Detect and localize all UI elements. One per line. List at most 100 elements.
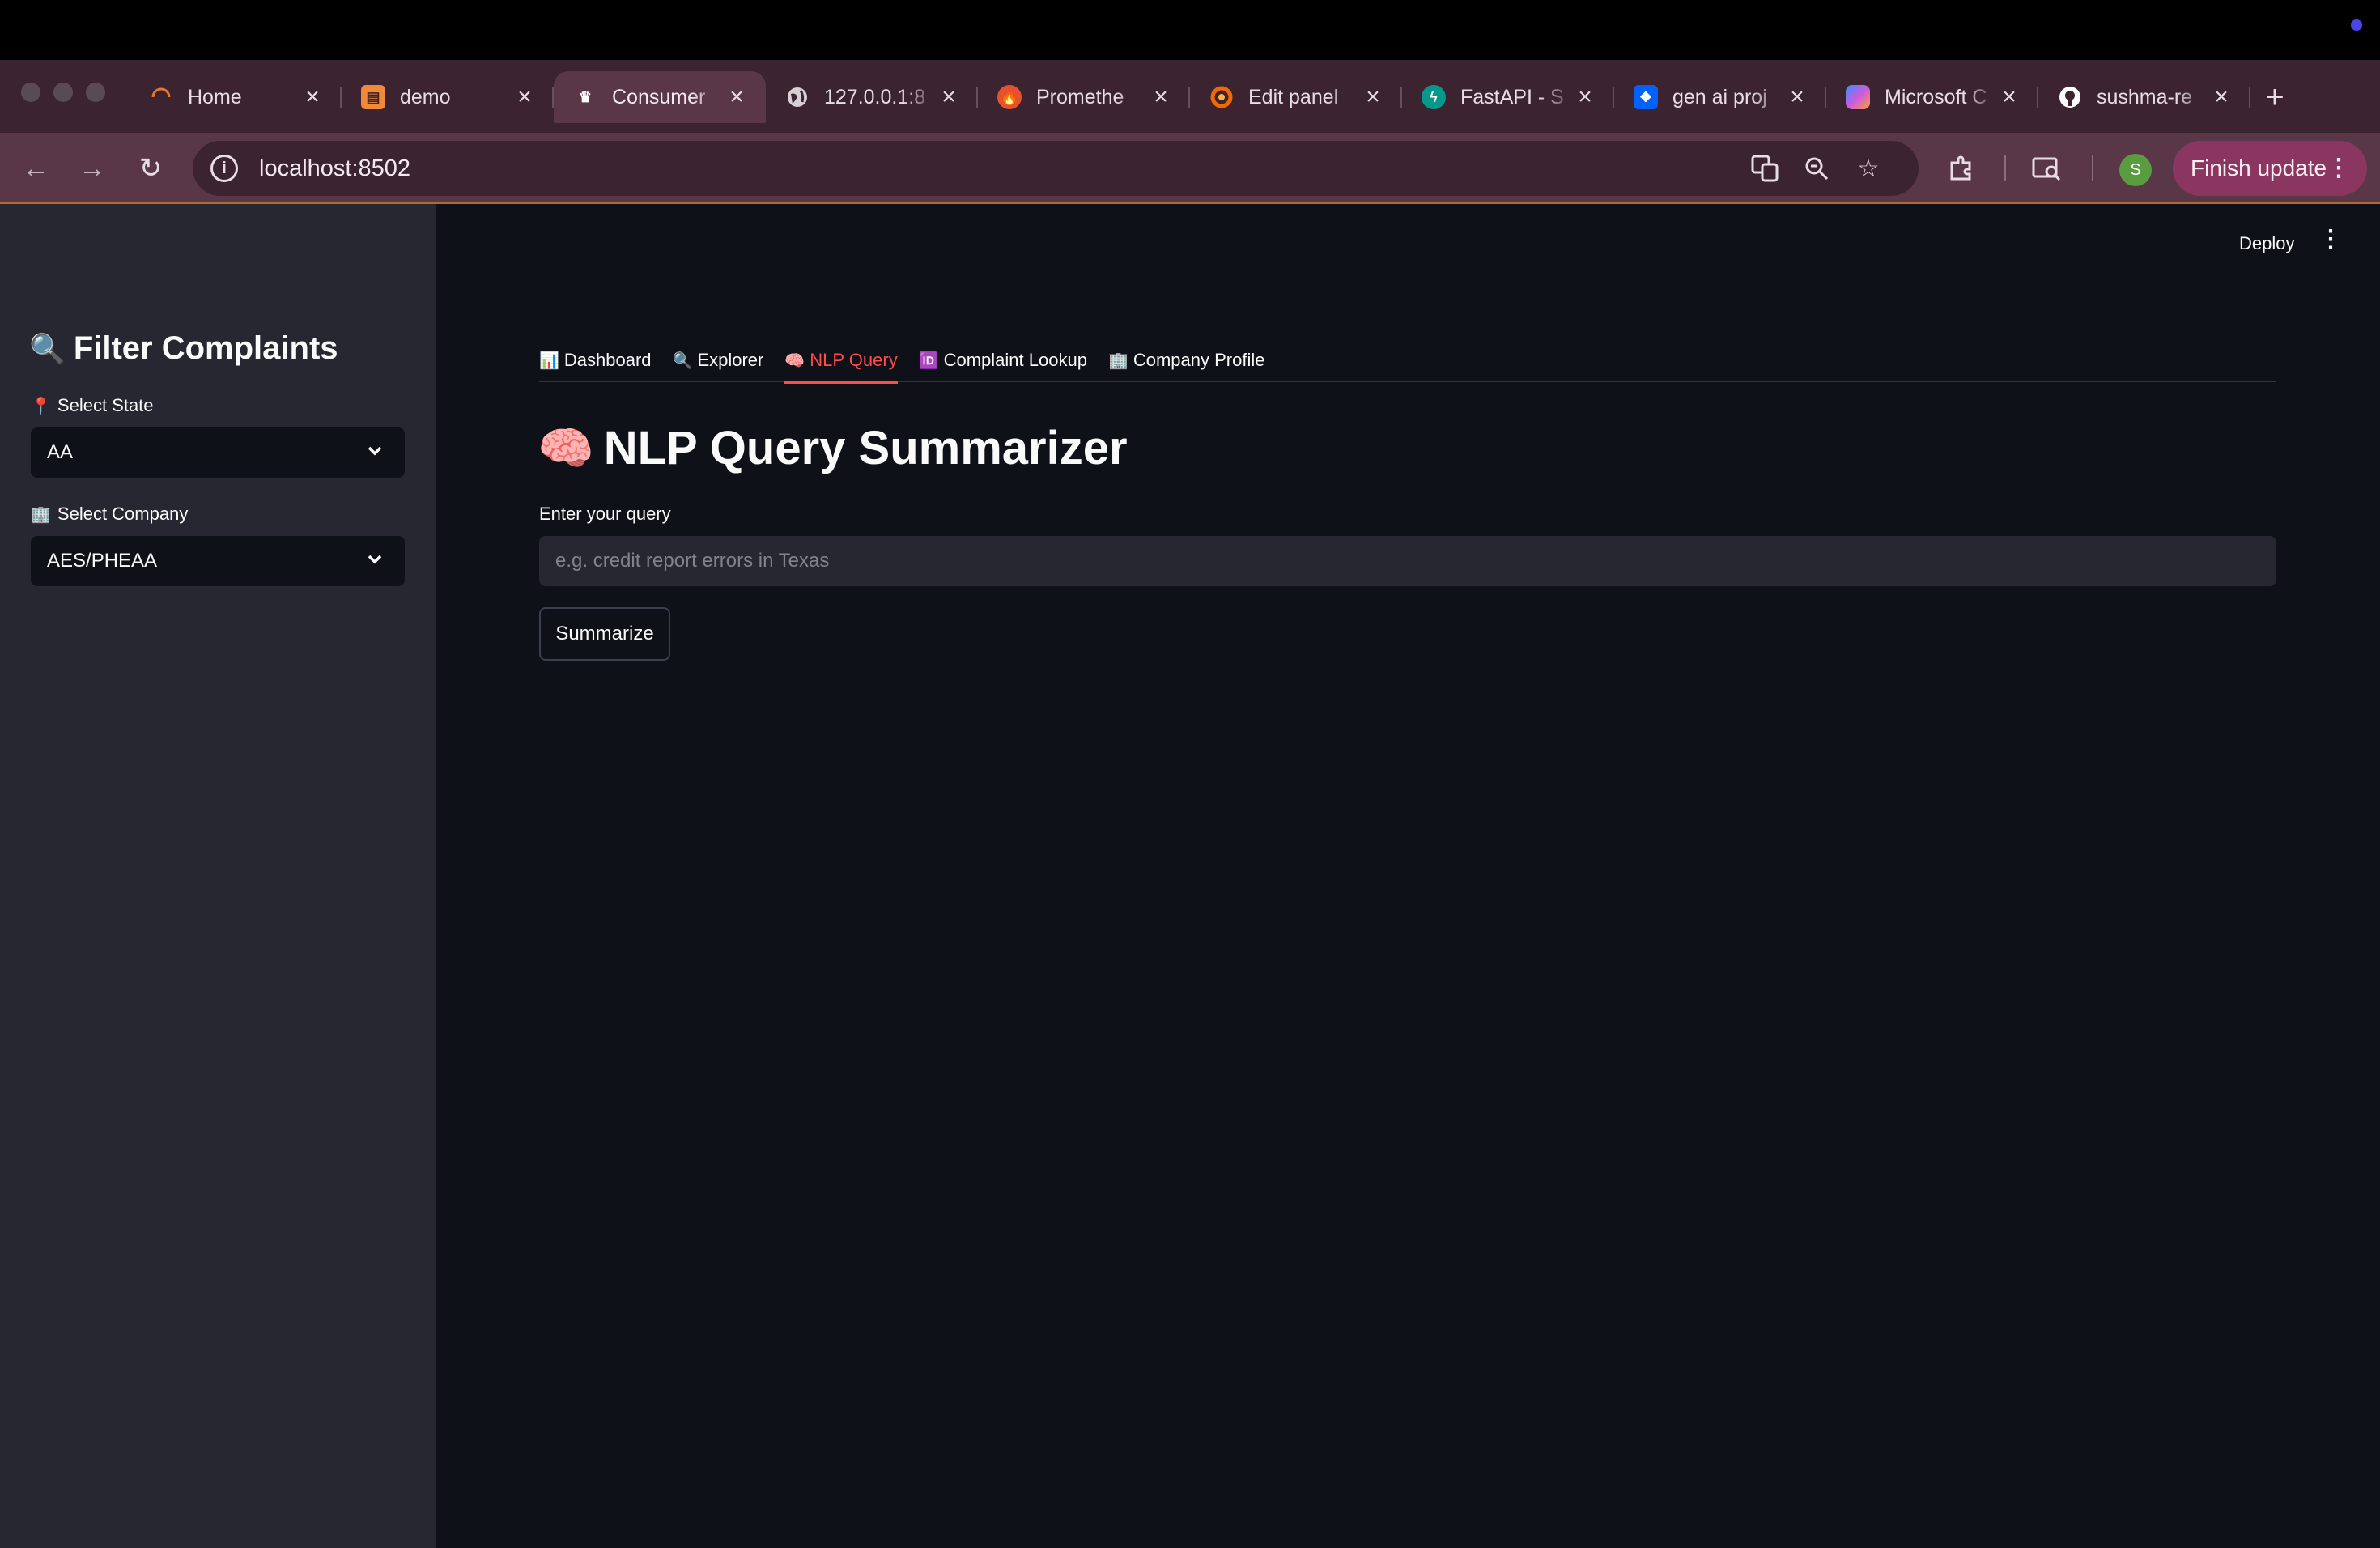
browser-tab-label: Promethe — [1036, 85, 1124, 108]
tab-label: Dashboard — [563, 350, 652, 370]
toolbar-divider — [2092, 155, 2093, 181]
close-window-button[interactable] — [21, 83, 40, 102]
prometheus-icon: 🔥 — [997, 85, 1022, 109]
notebook-icon: ▤ — [361, 85, 385, 109]
close-tab-icon[interactable]: × — [1786, 83, 1808, 111]
bookmark-star-icon[interactable]: ☆ — [1852, 152, 1885, 185]
browser-tab-label: gen ai proj — [1672, 85, 1767, 108]
page-title: 🧠 NLP Query Summarizer — [538, 421, 1128, 475]
status-dot-icon — [2351, 19, 2362, 31]
summarize-button[interactable]: Summarize — [539, 607, 670, 661]
minimize-window-button[interactable] — [53, 83, 73, 102]
browser-tab-label: demo — [400, 85, 451, 108]
app-tab-bar: 📊 Dashboard 🔍 Explorer 🧠 NLP Query 🆔 Com… — [539, 338, 2276, 384]
browser-tab-demo[interactable]: ▤ demo × — [342, 71, 554, 123]
address-bar[interactable]: i localhost:8502 ☆ — [193, 141, 1919, 196]
browser-tab-prometheus[interactable]: 🔥 Promethe × — [978, 71, 1190, 123]
streamlit-sidebar: 🔍 Filter Complaints 📍 Select State AA 🏢 … — [0, 204, 436, 1548]
macos-menu-bar — [0, 0, 2380, 60]
translate-icon[interactable] — [1749, 152, 1781, 185]
chevron-down-icon — [368, 555, 382, 564]
brain-icon: 🧠 — [538, 422, 594, 474]
browser-tab-label: sushma-re — [2097, 85, 2193, 108]
close-tab-icon[interactable]: × — [1574, 83, 1596, 111]
maximize-window-button[interactable] — [86, 83, 105, 102]
site-info-icon[interactable]: i — [210, 155, 238, 182]
bar-chart-icon: 📊 — [539, 351, 559, 370]
finish-update-button[interactable]: Finish update ⋮ — [2173, 141, 2367, 196]
dropbox-icon: ❖ — [1634, 85, 1658, 109]
tab-separator — [2249, 87, 2250, 108]
close-tab-icon[interactable]: × — [1362, 83, 1384, 111]
deploy-button[interactable]: Deploy — [2239, 233, 2294, 254]
browser-tab-strip: Home × ▤ demo × ♛ Consumer × 127.0.0.1:8… — [130, 71, 2299, 123]
magnifier-icon: 🔍 — [672, 351, 693, 370]
tab-explorer[interactable]: 🔍 Explorer — [673, 338, 764, 382]
state-select-value: AA — [47, 441, 74, 463]
close-tab-icon[interactable]: × — [301, 83, 324, 111]
building-icon: 🏢 — [1107, 351, 1128, 370]
state-label-text: Select State — [57, 395, 154, 415]
close-tab-icon[interactable]: × — [937, 83, 960, 111]
streamlit-crown-icon: ♛ — [578, 88, 593, 105]
state-label: 📍 Select State — [31, 395, 154, 416]
sidebar-title: 🔍 Filter Complaints — [29, 330, 338, 367]
close-tab-icon[interactable]: × — [2210, 83, 2233, 111]
id-icon: 🆔 — [918, 351, 939, 370]
grafana-icon — [1209, 85, 1234, 109]
browser-tab-label: Home — [188, 85, 242, 108]
state-select[interactable]: AA — [31, 427, 405, 478]
loading-spinner-icon — [149, 85, 173, 109]
streamlit-main: Deploy ⋮ 📊 Dashboard 🔍 Explorer 🧠 NLP Qu… — [436, 204, 2380, 1548]
browser-tab-fastapi[interactable]: ϟ FastAPI - S × — [1402, 71, 1614, 123]
close-tab-icon[interactable]: × — [1998, 83, 2021, 111]
cast-search-icon[interactable] — [2027, 149, 2066, 188]
query-input[interactable] — [539, 536, 2276, 586]
new-tab-button[interactable]: + — [2250, 71, 2299, 123]
window-controls — [21, 83, 105, 102]
finish-update-label: Finish update — [2191, 155, 2327, 181]
address-url[interactable]: localhost:8502 — [259, 155, 410, 182]
query-label: Enter your query — [539, 504, 671, 524]
browser-chrome: Home × ▤ demo × ♛ Consumer × 127.0.0.1:8… — [0, 60, 2380, 204]
browser-tab-microsoft[interactable]: Microsoft C × — [1826, 71, 2038, 123]
brain-icon: 🧠 — [784, 351, 805, 370]
profile-avatar[interactable]: S — [2119, 154, 2152, 186]
tab-label: Complaint Lookup — [943, 350, 1087, 370]
browser-tab-github[interactable]: sushma-re × — [2038, 71, 2250, 123]
copilot-icon — [1846, 85, 1870, 109]
building-icon: 🏢 — [31, 505, 51, 524]
reload-icon[interactable]: ↻ — [131, 149, 170, 188]
browser-tab-label: Microsoft C — [1885, 85, 1987, 108]
tab-complaint-lookup[interactable]: 🆔 Complaint Lookup — [919, 338, 1087, 382]
browser-tab-label: 127.0.0.1:8 — [824, 85, 926, 108]
browser-tab-dropbox[interactable]: ❖ gen ai proj × — [1614, 71, 1826, 123]
company-label: 🏢 Select Company — [31, 504, 188, 525]
more-vertical-icon: ⋮ — [2327, 155, 2351, 181]
tab-nlp-query[interactable]: 🧠 NLP Query — [784, 338, 899, 384]
tab-label: Company Profile — [1133, 350, 1265, 370]
company-label-text: Select Company — [57, 504, 189, 524]
back-arrow-icon[interactable]: ← — [16, 149, 55, 188]
close-tab-icon[interactable]: × — [725, 83, 748, 111]
globe-icon — [785, 85, 810, 109]
close-tab-icon[interactable]: × — [1150, 83, 1172, 111]
sidebar-title-text: Filter Complaints — [73, 330, 338, 366]
close-tab-icon[interactable]: × — [513, 83, 536, 111]
forward-arrow-icon[interactable]: → — [73, 149, 112, 188]
tab-dashboard[interactable]: 📊 Dashboard — [539, 338, 652, 382]
chevron-down-icon — [368, 446, 382, 456]
company-select[interactable]: AES/PHEAA — [31, 536, 405, 586]
tab-company-profile[interactable]: 🏢 Company Profile — [1108, 338, 1265, 382]
extensions-icon[interactable] — [1941, 149, 1980, 188]
zoom-icon[interactable] — [1800, 152, 1833, 185]
browser-tab-label: Edit panel — [1248, 85, 1339, 108]
tab-label: Explorer — [697, 350, 764, 370]
browser-tab-localhost[interactable]: 127.0.0.1:8 × — [766, 71, 978, 123]
main-menu-icon[interactable]: ⋮ — [2318, 225, 2343, 254]
browser-tab-consumer[interactable]: ♛ Consumer × — [554, 71, 766, 123]
browser-tab-grafana[interactable]: Edit panel × — [1190, 71, 1402, 123]
browser-tab-label: FastAPI - S — [1460, 85, 1564, 108]
browser-tab-home[interactable]: Home × — [130, 71, 342, 123]
toolbar-divider — [2004, 155, 2006, 181]
